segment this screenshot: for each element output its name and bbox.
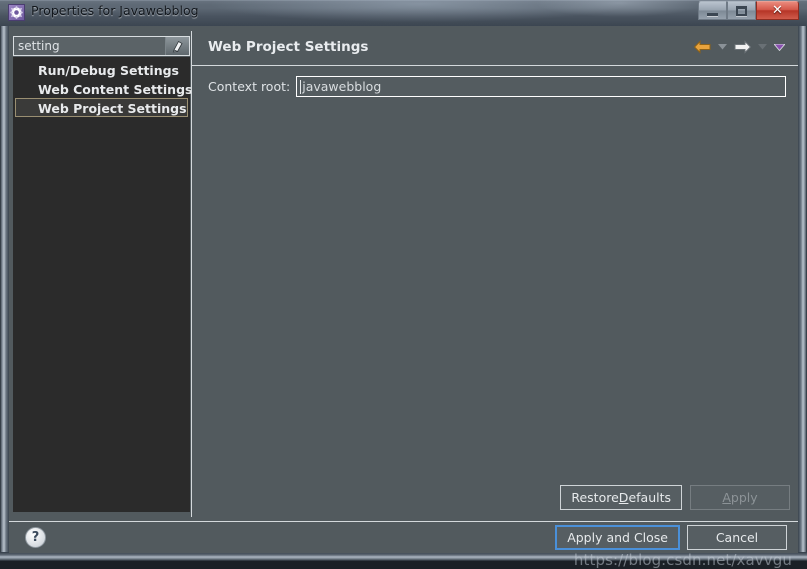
apply-and-close-label: Apply and Close xyxy=(567,530,668,545)
text-caret xyxy=(300,80,302,94)
close-icon: ✕ xyxy=(772,3,783,18)
maximize-icon xyxy=(736,5,747,16)
window-border-left xyxy=(0,26,9,553)
filter-input[interactable]: setting xyxy=(14,39,165,53)
panel-button-bar: Restore Defaults Apply xyxy=(560,485,790,510)
minimize-button[interactable] xyxy=(698,1,727,20)
window-title: Properties for Javawebblog xyxy=(31,3,199,18)
context-root-row: Context root: javawebblog xyxy=(208,76,786,97)
help-glyph: ? xyxy=(31,530,40,545)
title-bar[interactable]: Properties for Javawebblog ✕ xyxy=(0,0,807,26)
minimize-icon xyxy=(707,12,718,16)
tree-item-web-content-settings[interactable]: Web Content Settings xyxy=(15,79,192,98)
close-button[interactable]: ✕ xyxy=(756,1,799,20)
view-menu-chevron-down-icon[interactable] xyxy=(772,38,786,56)
filter-box[interactable]: setting xyxy=(13,36,190,56)
restore-defaults-button[interactable]: Restore Defaults xyxy=(560,485,682,510)
restore-defaults-mnemonic: D xyxy=(618,490,629,505)
nav-toolbar xyxy=(692,38,786,56)
gear-icon xyxy=(8,4,25,21)
restore-defaults-label-post: efaults xyxy=(628,490,671,505)
forward-arrow-icon[interactable] xyxy=(732,38,752,56)
tree-item-web-project-settings[interactable]: Web Project Settings xyxy=(15,98,188,117)
cancel-label: Cancel xyxy=(715,530,759,545)
apply-mnemonic: A xyxy=(722,490,731,505)
dialog-body: setting Run/Debug Settings Web Content S… xyxy=(9,26,798,569)
window-frame: Properties for Javawebblog ✕ setting Run… xyxy=(0,0,807,569)
context-root-label: Context root: xyxy=(208,79,291,94)
back-history-chevron-down-icon[interactable] xyxy=(715,38,729,56)
page-title: Web Project Settings xyxy=(208,39,369,55)
dialog-footer: ? Apply and Close Cancel https://blog.cs… xyxy=(9,522,798,569)
maximize-button[interactable] xyxy=(727,1,756,20)
footer-button-bar: Apply and Close Cancel xyxy=(555,525,787,550)
context-root-input[interactable]: javawebblog xyxy=(296,76,786,97)
tree-item-label: Web Project Settings xyxy=(38,101,187,116)
apply-button: Apply xyxy=(690,485,790,510)
context-root-value: javawebblog xyxy=(302,79,382,94)
tree-item-label: Web Content Settings xyxy=(38,82,193,97)
settings-tree-panel: setting Run/Debug Settings Web Content S… xyxy=(9,31,192,517)
settings-tree[interactable]: Run/Debug Settings Web Content Settings … xyxy=(13,57,192,512)
restore-defaults-label-pre: Restore xyxy=(571,490,619,505)
clear-filter-icon[interactable] xyxy=(165,37,189,55)
content-area: Context root: javawebblog Restore Defaul… xyxy=(192,66,798,517)
watermark: https://blog.csdn.net/xavvgu xyxy=(573,551,792,569)
apply-and-close-button[interactable]: Apply and Close xyxy=(555,525,680,550)
window-border-right xyxy=(798,26,807,553)
back-arrow-icon[interactable] xyxy=(692,38,712,56)
cancel-button[interactable]: Cancel xyxy=(687,525,787,550)
tree-item-run-debug-settings[interactable]: Run/Debug Settings xyxy=(15,60,188,79)
help-icon[interactable]: ? xyxy=(25,527,46,548)
tree-item-label: Run/Debug Settings xyxy=(38,63,179,78)
apply-label-post: pply xyxy=(730,490,758,505)
content-header: Web Project Settings xyxy=(192,31,798,66)
content-panel: Web Project Settings Context root: javaw… xyxy=(192,31,798,517)
forward-history-chevron-down-icon xyxy=(755,38,769,56)
